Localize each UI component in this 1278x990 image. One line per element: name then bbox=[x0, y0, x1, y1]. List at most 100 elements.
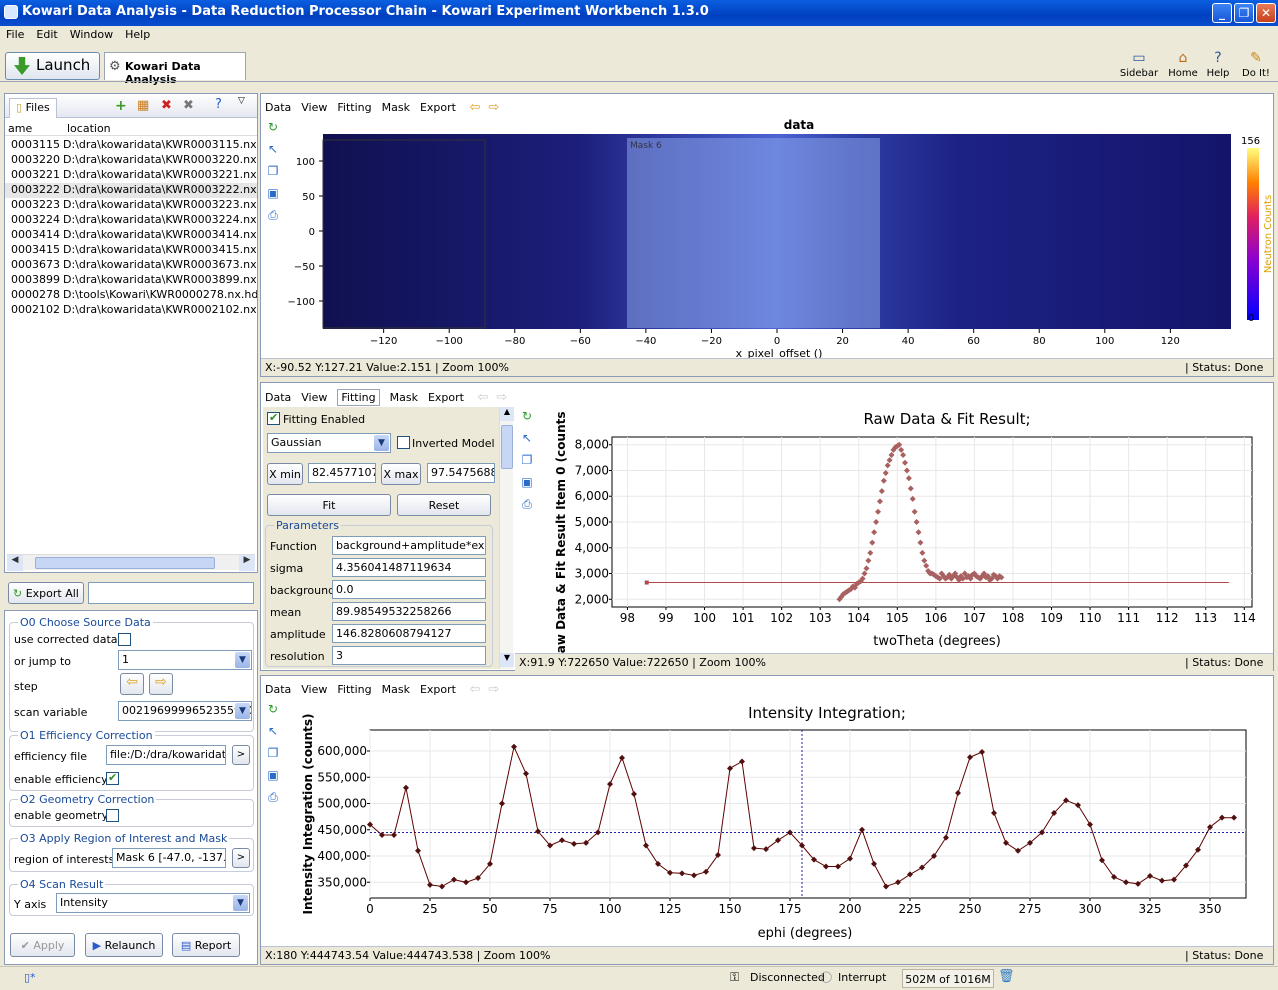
copy-icon[interactable]: ❐ bbox=[265, 164, 281, 180]
arrow-left-icon[interactable]: ⇦ bbox=[469, 100, 480, 115]
scan-variable-select[interactable]: 0021969999652355910 ▼ bbox=[118, 701, 252, 721]
print-icon[interactable]: ⎙ bbox=[265, 790, 281, 806]
print-icon[interactable]: ⎙ bbox=[265, 208, 281, 224]
refresh-icon[interactable]: ↻ bbox=[265, 702, 281, 718]
pointer-icon[interactable]: ↖ bbox=[519, 431, 535, 447]
fast-view-icon[interactable]: ▯* bbox=[24, 971, 36, 984]
file-row[interactable]: 0003115 D:\dra\kowaridata\KWR0003115.nx.h… bbox=[5, 138, 257, 153]
file-row[interactable]: 0003415 D:\dra\kowaridata\KWR0003415.nx.h… bbox=[5, 243, 257, 258]
file-row[interactable]: 0003673 D:\dra\kowaridata\KWR0003673.nx.h… bbox=[5, 258, 257, 273]
file-row[interactable]: 0003414 D:\dra\kowaridata\KWR0003414.nx.h… bbox=[5, 228, 257, 243]
plot3-menu-export[interactable]: Export bbox=[420, 683, 456, 696]
arrow-right-icon[interactable]: ⇨ bbox=[496, 390, 507, 405]
file-row[interactable]: 0003220 D:\dra\kowaridata\KWR0003220.nx.h… bbox=[5, 153, 257, 168]
menu-edit[interactable]: Edit bbox=[30, 26, 63, 41]
report-button[interactable]: ▤ Report bbox=[172, 933, 240, 957]
plot2-menu-data[interactable]: Data bbox=[265, 391, 291, 404]
files-tab[interactable]: ▯ Files bbox=[9, 98, 57, 118]
param-value-field[interactable]: 146.8280608794127 bbox=[332, 624, 486, 643]
arrow-right-icon[interactable]: ⇨ bbox=[488, 682, 499, 697]
menu-file[interactable]: File bbox=[0, 26, 30, 41]
file-row[interactable]: 0003221 D:\dra\kowaridata\KWR0003221.nx.h… bbox=[5, 168, 257, 183]
launch-button[interactable]: Launch bbox=[5, 52, 100, 80]
interrupt-icon[interactable]: ◯ bbox=[820, 970, 832, 983]
help-button[interactable]: ? Help bbox=[1200, 50, 1236, 82]
file-row[interactable]: 0003224 D:\dra\kowaridata\KWR0003224.nx.h… bbox=[5, 213, 257, 228]
scroll-thumb[interactable] bbox=[35, 557, 215, 569]
scroll-left-icon[interactable]: ◀ bbox=[7, 555, 23, 571]
help-icon[interactable]: ? bbox=[215, 97, 222, 112]
arrow-left-icon[interactable]: ⇦ bbox=[469, 682, 480, 697]
scroll-down-icon[interactable]: ▼ bbox=[500, 653, 514, 667]
scroll-thumb[interactable] bbox=[501, 425, 513, 469]
yaxis-select[interactable]: Intensity ▼ bbox=[56, 893, 250, 913]
param-value-field[interactable]: 4.356041487119634 bbox=[332, 558, 486, 577]
plot3-menu-mask[interactable]: Mask bbox=[382, 683, 410, 696]
save-image-icon[interactable]: ▣ bbox=[265, 768, 281, 784]
efficiency-file-field[interactable]: file:/D:/dra/kowaridata/l bbox=[106, 745, 226, 765]
perspective-tab[interactable]: ⚙ Kowari Data Analysis bbox=[104, 52, 246, 86]
remove-icon[interactable]: ✖ bbox=[161, 98, 172, 113]
enable-efficiency-checkbox[interactable] bbox=[106, 772, 119, 785]
xmin-field[interactable]: 82.4577107 bbox=[308, 463, 376, 483]
save-image-icon[interactable]: ▣ bbox=[265, 186, 281, 202]
plot1-menu-fitting[interactable]: Fitting bbox=[337, 101, 371, 114]
xmax-field[interactable]: 97.5475688 bbox=[427, 463, 495, 483]
close-button[interactable]: ✕ bbox=[1256, 3, 1276, 23]
col-location[interactable]: location bbox=[67, 122, 111, 135]
step-back-button[interactable]: ⇦ bbox=[120, 673, 144, 695]
interrupt-label[interactable]: Interrupt bbox=[838, 971, 886, 984]
arrow-left-icon[interactable]: ⇦ bbox=[477, 390, 488, 405]
home-button[interactable]: ⌂ Home bbox=[1163, 50, 1203, 82]
param-value-field[interactable]: 89.98549532258266 bbox=[332, 602, 486, 621]
fit-model-select[interactable]: Gaussian ▼ bbox=[267, 433, 391, 453]
fitting-vscrollbar[interactable]: ▲ ▼ bbox=[499, 407, 514, 669]
file-row[interactable]: 0003223 D:\dra\kowaridata\KWR0003223.nx.h… bbox=[5, 198, 257, 213]
file-row[interactable]: 0003222 D:\dra\kowaridata\KWR0003222.nx.h… bbox=[5, 183, 257, 198]
file-row[interactable]: 0003899 D:\dra\kowaridata\KWR0003899.nx.h… bbox=[5, 273, 257, 288]
enable-geometry-checkbox[interactable] bbox=[106, 809, 119, 822]
minimize-button[interactable]: _ bbox=[1212, 3, 1232, 23]
doit-button[interactable]: ✎ Do It! bbox=[1236, 50, 1276, 82]
copy-icon[interactable]: ❐ bbox=[519, 453, 535, 469]
plot1-menu-data[interactable]: Data bbox=[265, 101, 291, 114]
refresh-icon[interactable]: ↻ bbox=[265, 120, 281, 136]
remove-all-icon[interactable]: ✖ bbox=[183, 98, 194, 113]
plot3-menu-data[interactable]: Data bbox=[265, 683, 291, 696]
intensity-plot-area[interactable] bbox=[369, 729, 1247, 899]
trash-icon[interactable]: 🗑 bbox=[998, 969, 1015, 984]
inverted-model-checkbox[interactable] bbox=[397, 436, 410, 449]
plot1-menu-mask[interactable]: Mask bbox=[382, 101, 410, 114]
plot1-menu-export[interactable]: Export bbox=[420, 101, 456, 114]
relaunch-button[interactable]: ▶ Relaunch bbox=[85, 933, 163, 957]
use-corrected-checkbox[interactable] bbox=[118, 633, 131, 646]
xmin-button[interactable]: X min bbox=[267, 463, 303, 485]
roi-browse-button[interactable]: > bbox=[232, 848, 250, 868]
mask-6-region[interactable] bbox=[627, 138, 880, 328]
step-forward-button[interactable]: ⇨ bbox=[149, 673, 173, 695]
fit-button[interactable]: Fit bbox=[267, 494, 391, 516]
param-value-field[interactable]: 0.0 bbox=[332, 580, 486, 599]
jump-select[interactable]: 1 ▼ bbox=[118, 650, 252, 670]
add-icon[interactable]: + bbox=[115, 98, 127, 114]
fitting-enabled-checkbox[interactable] bbox=[267, 412, 280, 425]
export-path-field[interactable] bbox=[88, 582, 254, 604]
plot2-menu-fitting[interactable]: Fitting bbox=[337, 389, 380, 406]
copy-icon[interactable]: ❐ bbox=[265, 746, 281, 762]
open-icon[interactable]: ▦ bbox=[137, 98, 149, 113]
export-all-button[interactable]: ↻ Export All bbox=[8, 582, 84, 604]
efficiency-browse-button[interactable]: > bbox=[232, 745, 250, 765]
sidebar-button[interactable]: ▭ Sidebar bbox=[1118, 50, 1160, 82]
plot3-menu-fitting[interactable]: Fitting bbox=[337, 683, 371, 696]
xmax-button[interactable]: X max bbox=[381, 463, 421, 485]
pointer-icon[interactable]: ↖ bbox=[265, 724, 281, 740]
file-row[interactable]: 0002102 D:\dra\kowaridata\KWR0002102.nx.h… bbox=[5, 303, 257, 318]
arrow-right-icon[interactable]: ⇨ bbox=[488, 100, 499, 115]
apply-button[interactable]: ✔ Apply bbox=[10, 933, 75, 957]
save-image-icon[interactable]: ▣ bbox=[519, 475, 535, 491]
scroll-up-icon[interactable]: ▲ bbox=[500, 407, 514, 421]
param-value-field[interactable]: 3 bbox=[332, 646, 486, 665]
files-hscrollbar[interactable]: ◀ ▶ bbox=[7, 554, 255, 571]
print-icon[interactable]: ⎙ bbox=[519, 497, 535, 513]
plot2-menu-export[interactable]: Export bbox=[428, 391, 464, 404]
